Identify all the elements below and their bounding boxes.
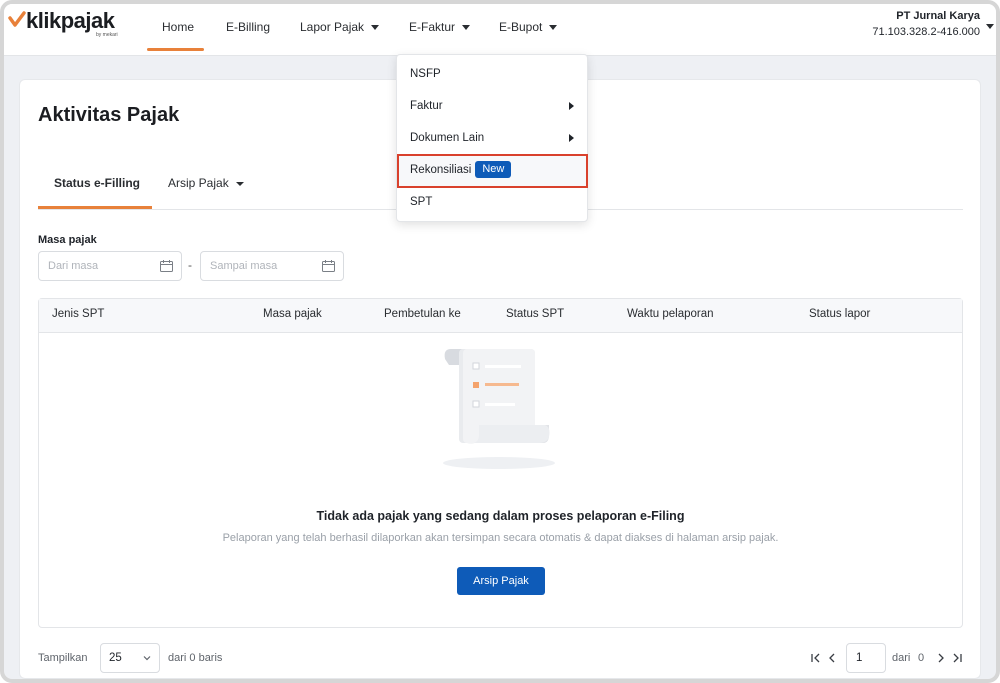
masa-pajak-label: Masa pajak [38, 234, 97, 246]
column-header: Jenis SPT [52, 308, 105, 320]
company-caret-icon[interactable] [986, 24, 994, 29]
menu-item-label: NSFP [410, 68, 441, 80]
nav-lapor-pajak-label: Lapor Pajak [300, 20, 365, 34]
logo-check-icon [8, 11, 26, 27]
tab-status-efilling[interactable]: Status e-Filling [54, 170, 140, 208]
submenu-arrow-icon [569, 102, 574, 110]
nav-e-billing-label: E-Billing [226, 20, 271, 34]
nav-home[interactable]: Home [162, 4, 194, 54]
caret-down-icon [549, 25, 558, 31]
row-count-label: dari 0 baris [168, 652, 223, 664]
calendar-icon [160, 260, 173, 272]
table-header: Jenis SPT Masa pajak Pembetulan ke Statu… [39, 299, 962, 333]
menu-item-rekonsiliasi[interactable]: Rekonsiliasi New [397, 155, 587, 185]
menu-item-label: Dokumen Lain [410, 132, 485, 144]
menu-item-faktur[interactable]: Faktur [397, 91, 587, 121]
prev-page-icon[interactable] [826, 652, 838, 664]
column-header: Status lapor [809, 308, 871, 320]
date-from-input[interactable]: Dari masa [38, 251, 182, 281]
menu-item-label: Rekonsiliasi [410, 164, 472, 176]
rows-per-page-value: 25 [109, 652, 122, 664]
menu-item-label: Faktur [410, 100, 443, 112]
company-npwp: 71.103.328.2-416.000 [872, 26, 980, 38]
tab-status-efilling-label: Status e-Filling [54, 176, 141, 190]
arsip-pajak-button[interactable]: Arsip Pajak [457, 567, 545, 595]
column-header: Masa pajak [263, 308, 322, 320]
nav-e-bupot-label: E-Bupot [499, 20, 543, 34]
menu-item-label: SPT [410, 196, 433, 208]
nav-active-indicator [147, 48, 204, 51]
brand-sub: by mekari [96, 32, 118, 38]
date-to-input[interactable]: Sampai masa [200, 251, 344, 281]
column-header: Waktu pelaporan [627, 308, 714, 320]
tab-active-indicator [38, 206, 152, 209]
brand-name: klikpajak [26, 8, 115, 33]
first-page-icon[interactable] [810, 652, 822, 664]
chevron-down-icon [143, 656, 151, 661]
caret-down-icon [371, 25, 380, 31]
column-header: Status SPT [506, 308, 565, 320]
app-window: klikpajak by mekari Home E-Billing Lapor… [0, 0, 1000, 683]
page-title: Aktivitas Pajak [38, 104, 180, 126]
nav-e-billing[interactable]: E-Billing [226, 4, 270, 54]
company-switcher[interactable]: PT Jurnal Karya 71.103.328.2-416.000 [872, 10, 980, 38]
nav-e-faktur-label: E-Faktur [409, 20, 456, 34]
spt-table: Jenis SPT Masa pajak Pembetulan ke Statu… [38, 298, 963, 628]
nav-e-faktur[interactable]: E-Faktur [409, 4, 471, 54]
company-name: PT Jurnal Karya [896, 10, 980, 22]
tab-arsip-pajak-label: Arsip Pajak [168, 176, 229, 190]
next-page-icon[interactable] [935, 652, 947, 664]
caret-down-icon [462, 25, 471, 31]
last-page-icon[interactable] [951, 652, 963, 664]
efaktur-dropdown-menu: NSFP Faktur Dokumen Lain Rekonsiliasi New… [396, 54, 588, 222]
page-number-input[interactable]: 1 [846, 643, 886, 673]
tab-arsip-pajak[interactable]: Arsip Pajak [168, 170, 244, 208]
nav-home-label: Home [162, 20, 195, 34]
caret-down-icon [235, 181, 244, 186]
column-header: Pembetulan ke [384, 308, 461, 320]
date-separator: - [188, 258, 192, 272]
nav-lapor-pajak[interactable]: Lapor Pajak [300, 4, 380, 54]
submenu-arrow-icon [569, 134, 574, 142]
empty-document-illustration [443, 349, 555, 469]
calendar-icon [322, 260, 335, 272]
top-navbar: klikpajak by mekari Home E-Billing Lapor… [4, 4, 996, 56]
show-label: Tampilkan [38, 652, 88, 664]
date-from-placeholder: Dari masa [48, 260, 99, 272]
page-of-label: dari [892, 652, 911, 664]
nav-e-bupot[interactable]: E-Bupot [499, 4, 558, 54]
menu-item-nsfp[interactable]: NSFP [397, 59, 587, 89]
rows-per-page-select[interactable]: 25 [100, 643, 160, 673]
new-badge: New [475, 161, 512, 179]
menu-item-spt[interactable]: SPT [397, 187, 587, 217]
menu-item-dokumen-lain[interactable]: Dokumen Lain [397, 123, 587, 153]
total-pages: 0 [918, 652, 925, 664]
empty-state-description: Pelaporan yang telah berhasil dilaporkan… [222, 532, 779, 544]
empty-state-title: Tidak ada pajak yang sedang dalam proses… [316, 509, 685, 523]
date-to-placeholder: Sampai masa [210, 260, 278, 272]
